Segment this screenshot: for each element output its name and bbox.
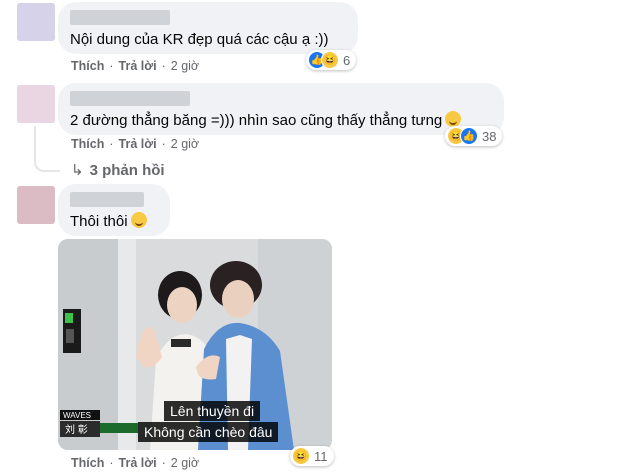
author-name-redacted[interactable]: [70, 10, 170, 25]
comment-text: 2 đường thẳng băng =))) nhìn sao cũng th…: [70, 112, 443, 129]
video-subtitle-2: Không cần chèo đâu: [138, 422, 279, 442]
comment-bubble: 2 đường thẳng băng =))) nhìn sao cũng th…: [58, 83, 504, 135]
comment-bubble: Thôi thôi: [58, 184, 170, 236]
comment-actions: Thích · Trả lời · 2 giờ: [71, 456, 199, 470]
like-icon: 👍: [460, 127, 478, 145]
avatar[interactable]: [17, 3, 55, 41]
haha-icon: 😆: [292, 447, 310, 465]
reaction-count: 6: [343, 52, 351, 68]
comment-bubble: Nội dung của KR đẹp quá các cậu ạ :)): [58, 2, 358, 54]
comment-text: Thôi thôi: [70, 213, 128, 230]
comment-text-wrap: 2 đường thẳng băng =))) nhìn sao cũng th…: [70, 111, 492, 131]
reply-button[interactable]: Trả lời: [119, 456, 157, 470]
reply-button[interactable]: Trả lời: [119, 59, 157, 73]
reaction-count: 11: [314, 448, 328, 464]
separator-dot: ·: [109, 59, 114, 73]
timestamp[interactable]: 2 giờ: [171, 137, 199, 151]
avatar[interactable]: [17, 186, 55, 224]
avatar[interactable]: [17, 85, 55, 123]
separator-dot: ·: [161, 137, 166, 151]
media-badge: WAVES: [63, 411, 91, 420]
separator-dot: ·: [161, 456, 166, 470]
grin-sweat-emoji-icon: [445, 111, 462, 127]
comment-text: Nội dung của KR đẹp quá các cậu ạ :)): [70, 31, 329, 48]
separator-dot: ·: [109, 456, 114, 470]
view-replies-link[interactable]: ↳ 3 phản hồi: [71, 161, 165, 179]
reaction-count: 38: [482, 128, 497, 144]
like-button[interactable]: Thích: [71, 456, 104, 470]
reaction-summary[interactable]: 😆 👍 38: [445, 126, 503, 146]
author-name-redacted[interactable]: [70, 91, 190, 106]
like-button[interactable]: Thích: [71, 59, 104, 73]
separator-dot: ·: [161, 59, 166, 73]
reply-arrow-icon: ↳: [71, 162, 84, 179]
media-name-tag: 刘 彰: [65, 423, 88, 436]
timestamp[interactable]: 2 giờ: [171, 59, 199, 73]
haha-icon: 😆: [321, 51, 339, 69]
comment-text-wrap: Thôi thôi: [70, 212, 158, 232]
thread-line: [34, 126, 60, 172]
smile-emoji-icon: [130, 212, 147, 228]
attached-video-image[interactable]: WAVES 刘 彰 Lên thuyền đi Không cần chèo đ…: [58, 239, 332, 450]
comment-actions: Thích · Trả lời · 2 giờ: [71, 59, 199, 73]
reaction-summary[interactable]: 😆 11: [290, 446, 334, 466]
separator-dot: ·: [109, 137, 114, 151]
video-subtitle-1: Lên thuyền đi: [164, 401, 261, 421]
replies-label: 3 phản hồi: [89, 162, 165, 179]
reaction-summary[interactable]: 👍 😆 6: [306, 50, 357, 70]
reply-button[interactable]: Trả lời: [119, 137, 157, 151]
comment-actions: Thích · Trả lời · 2 giờ: [71, 137, 199, 151]
author-name-redacted[interactable]: [70, 192, 144, 207]
timestamp[interactable]: 2 giờ: [171, 456, 199, 470]
like-button[interactable]: Thích: [71, 137, 104, 151]
